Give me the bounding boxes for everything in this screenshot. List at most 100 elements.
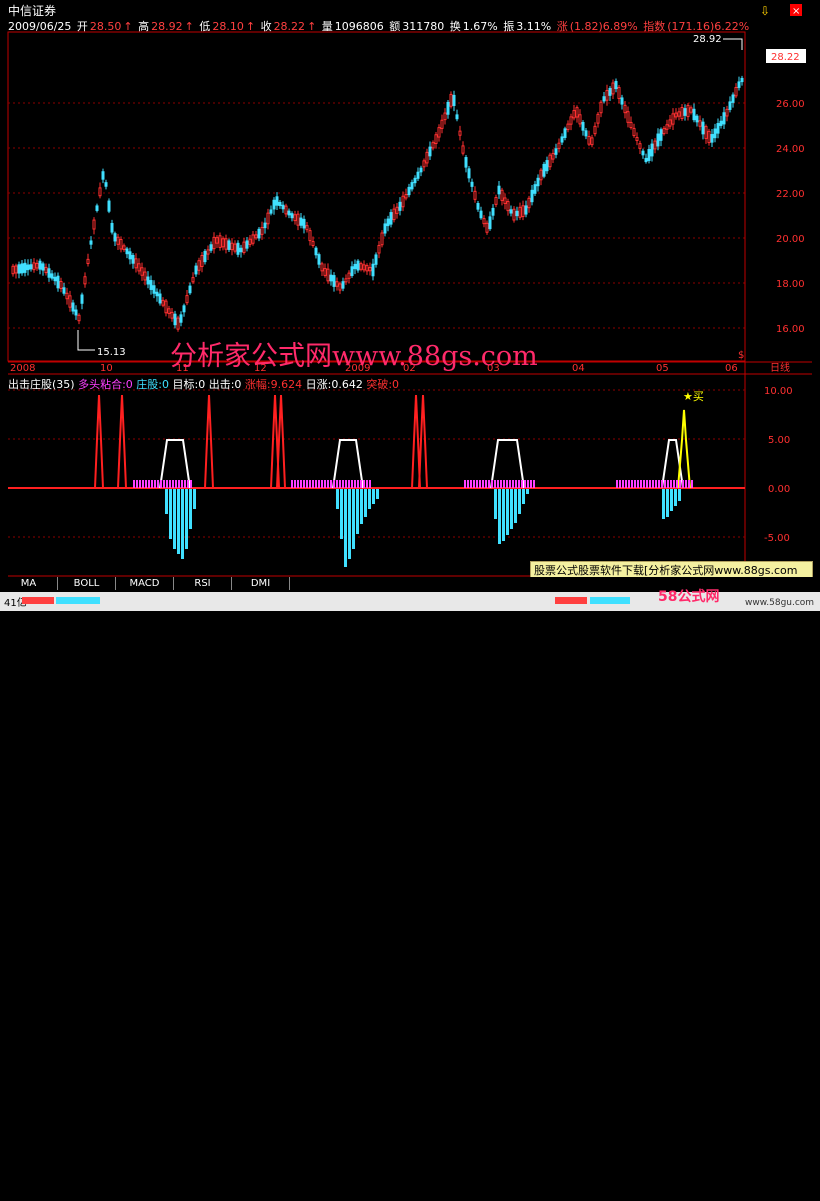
candle [602, 96, 606, 102]
candle [392, 208, 396, 221]
candle [371, 263, 375, 277]
candle [254, 234, 258, 239]
candle [38, 260, 42, 270]
tab-ma[interactable]: MA [0, 577, 58, 590]
tab-macd[interactable]: MACD [116, 577, 174, 590]
candle [674, 112, 678, 118]
candle [20, 263, 24, 274]
candle [395, 206, 399, 214]
candle [665, 124, 669, 130]
candle [503, 197, 507, 204]
candle [707, 130, 711, 144]
candle [683, 108, 687, 116]
candle [614, 80, 618, 90]
cyan-bar [348, 489, 351, 559]
magenta-bar [190, 480, 192, 488]
amplitude-label: 振 [503, 20, 515, 33]
volume-label: 量 [321, 20, 333, 33]
candle [563, 128, 567, 138]
candle [86, 258, 90, 264]
candle [308, 230, 312, 242]
spike-line [418, 394, 428, 489]
candle [143, 271, 147, 281]
candle [476, 203, 480, 210]
candle [44, 266, 48, 274]
candle [407, 186, 411, 196]
candle [491, 207, 495, 216]
cyan-bar [510, 489, 513, 529]
magenta-bar [148, 480, 150, 488]
candle [650, 143, 654, 157]
candle [611, 82, 615, 95]
magenta-bar [312, 480, 314, 488]
candle [449, 93, 453, 107]
candle [416, 171, 420, 179]
time-label: 04 [572, 363, 585, 374]
indicator-tick: 10.00 [764, 386, 793, 397]
indicator-marks [94, 394, 693, 567]
magenta-bar [524, 480, 526, 488]
candle [644, 157, 648, 163]
pin-icon[interactable]: ⇩ [760, 4, 770, 18]
candle [539, 169, 543, 181]
candle [98, 187, 102, 197]
candle [251, 234, 255, 244]
candle [689, 107, 693, 113]
status-bar-red-2 [555, 597, 587, 604]
candle [590, 137, 594, 146]
magenta-bar [348, 480, 350, 488]
candle [653, 140, 657, 150]
candle [728, 101, 732, 110]
tab-dmi[interactable]: DMI [232, 577, 290, 590]
candle [50, 273, 54, 279]
candle [599, 101, 603, 114]
cyan-bar [360, 489, 363, 524]
candle [335, 281, 339, 287]
magenta-bar [476, 480, 478, 488]
candle [452, 94, 456, 106]
magenta-bar [172, 480, 174, 488]
tab-boll[interactable]: BOLL [58, 577, 116, 590]
cyan-bar [670, 489, 673, 511]
candle [68, 295, 72, 308]
candle [56, 275, 60, 289]
candle [221, 238, 225, 248]
cyan-bar [494, 489, 497, 519]
candle [263, 222, 267, 229]
candle [434, 134, 438, 144]
amount-value: 311780 [402, 20, 445, 33]
change-label: 涨 [556, 20, 568, 33]
candle [77, 314, 81, 322]
candle [494, 196, 498, 205]
candle [107, 200, 111, 212]
magenta-bar [643, 480, 645, 488]
price-tick: 22.00 [776, 189, 805, 200]
candle [344, 278, 348, 283]
magenta-bar [628, 480, 630, 488]
cyan-bar [678, 489, 681, 501]
candle [662, 127, 666, 135]
candle [557, 142, 561, 149]
candle [236, 242, 240, 255]
tab-rsi[interactable]: RSI [174, 577, 232, 590]
candle [206, 249, 210, 255]
candle [170, 311, 174, 319]
indicator-tick: 5.00 [768, 435, 790, 446]
indicator-item: 多头粘合:0 [78, 378, 133, 391]
magenta-bar [330, 480, 332, 488]
magenta-bar [366, 480, 368, 488]
candle [692, 108, 696, 121]
candle [731, 94, 735, 103]
candle [218, 235, 222, 248]
candle [641, 150, 645, 156]
candle [23, 262, 27, 273]
spike-line [94, 394, 104, 489]
candle [35, 262, 39, 269]
magenta-bar [512, 480, 514, 488]
candle [383, 223, 387, 234]
candle [116, 236, 120, 245]
candle [671, 113, 675, 125]
spike-line [204, 394, 214, 489]
candle [119, 239, 123, 250]
stock-chart[interactable]: 26.00 24.00 22.00 20.00 18.00 16.00 28.2… [0, 0, 820, 577]
